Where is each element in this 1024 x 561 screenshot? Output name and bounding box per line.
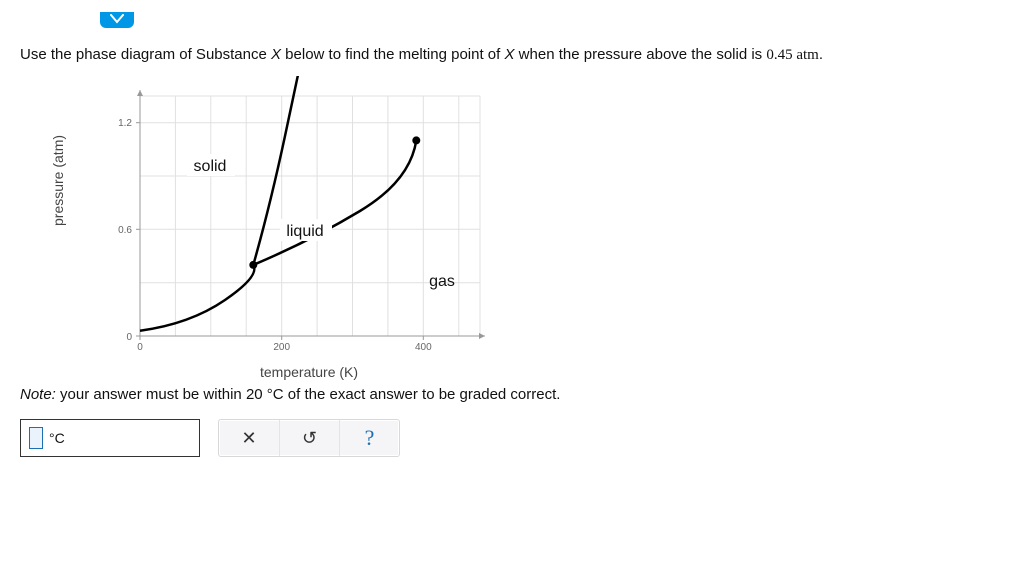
- note-rest-b: of the exact answer to be graded correct…: [284, 386, 561, 403]
- xtick-1: 200: [273, 342, 290, 353]
- answer-unit: °C: [49, 430, 65, 446]
- phase-diagram: pressure (atm): [80, 76, 500, 376]
- note-tolerance: 20 °C: [246, 386, 284, 403]
- q-pressure: 0.45 atm: [766, 47, 819, 63]
- gridlines: [140, 96, 480, 336]
- region-gas: gas: [429, 273, 455, 290]
- reset-icon: ↺: [302, 428, 317, 449]
- q-mid1: below to find the melting point of: [281, 46, 504, 63]
- ytick-2: 1.2: [118, 118, 132, 129]
- q-prefix: Use the phase diagram of Substance: [20, 46, 271, 63]
- ytick-0: 0: [126, 332, 132, 343]
- answer-input[interactable]: °C: [20, 419, 200, 457]
- q-substance-1: X: [271, 46, 281, 63]
- question-text: Use the phase diagram of Substance X bel…: [20, 44, 1004, 66]
- region-solid: solid: [194, 158, 227, 175]
- answer-row: °C ✕ ↺ ?: [20, 419, 1004, 457]
- triple-point: [249, 261, 257, 269]
- q-suffix: .: [819, 46, 823, 63]
- help-icon: ?: [365, 425, 375, 451]
- chevron-down-icon: [110, 14, 124, 24]
- phase-diagram-svg: 0 200 400 0 0.6 1.2 solid liquid gas: [80, 76, 500, 376]
- note-text: Note: your answer must be within 20 °C o…: [20, 386, 1004, 403]
- help-button[interactable]: ?: [339, 420, 399, 456]
- note-lead: Note:: [20, 386, 56, 403]
- clear-button[interactable]: ✕: [219, 420, 279, 456]
- axes: [136, 90, 485, 340]
- answer-cursor-box: [29, 427, 43, 449]
- tick-labels: 0 200 400 0 0.6 1.2: [118, 118, 432, 353]
- critical-point: [412, 136, 420, 144]
- q-substance-2: X: [505, 46, 515, 63]
- collapse-toggle[interactable]: [100, 12, 134, 28]
- button-bar: ✕ ↺ ?: [218, 419, 400, 457]
- region-liquid: liquid: [286, 223, 323, 240]
- note-rest-a: your answer must be within: [56, 386, 246, 403]
- xtick-2: 400: [415, 342, 432, 353]
- reset-button[interactable]: ↺: [279, 420, 339, 456]
- y-axis-label: pressure (atm): [50, 135, 66, 226]
- clear-icon: ✕: [241, 428, 256, 449]
- ytick-1: 0.6: [118, 225, 132, 236]
- q-mid2: when the pressure above the solid is: [515, 46, 767, 63]
- xtick-0: 0: [137, 342, 143, 353]
- x-axis-label: temperature (K): [260, 364, 358, 380]
- region-labels: solid liquid gas: [187, 154, 455, 290]
- phase-curves: [140, 76, 420, 331]
